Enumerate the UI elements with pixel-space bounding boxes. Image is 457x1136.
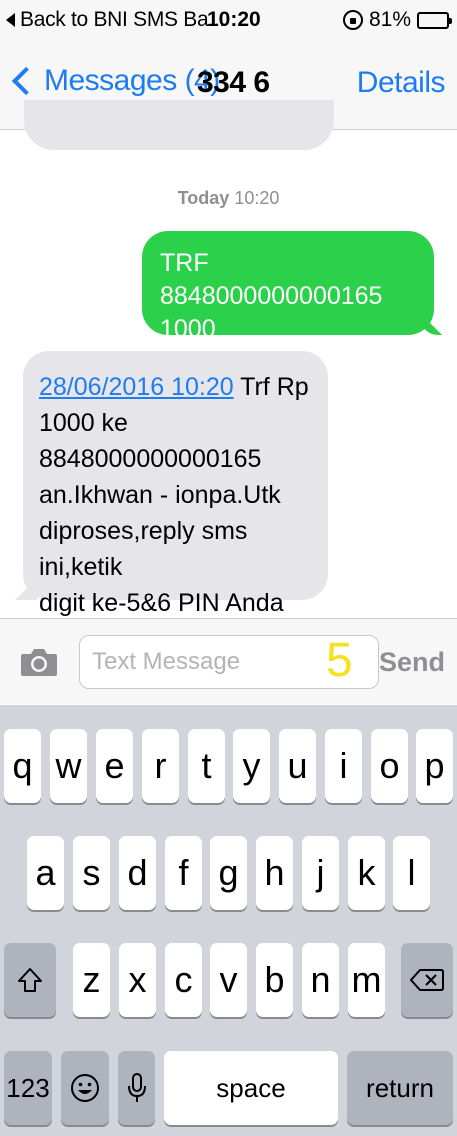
message-line: digit ke-5&6 PIN Anda [39,589,284,617]
key-a[interactable]: a [27,836,64,910]
back-to-app-label: Back to BNI SMS Ba... [20,8,225,31]
dictation-key[interactable] [118,1051,155,1125]
backspace-icon [410,969,444,991]
key-s[interactable]: s [73,836,110,910]
delete-key[interactable] [401,943,453,1017]
key-p[interactable]: p [416,729,453,803]
back-to-app-link[interactable]: Back to BNI SMS Ba... [6,8,225,32]
message-line: TRF 8848000000000165 [160,249,383,310]
status-bar: Back to BNI SMS Ba... 10:20 81% [0,0,457,42]
shift-key[interactable] [4,943,56,1017]
incoming-message-bubble[interactable]: 28/06/2016 10:20 Trf Rp 1000 ke 88480000… [23,351,328,617]
key-c[interactable]: c [165,943,202,1017]
messages-back-button[interactable]: Messages (4) [10,64,220,98]
battery-icon [417,11,452,29]
key-w[interactable]: w [50,729,87,803]
overlay-step-number: 5 [326,634,353,687]
return-key[interactable]: return [347,1051,453,1125]
camera-icon[interactable] [20,647,58,677]
key-u[interactable]: u [279,729,316,803]
battery-percent: 81% [368,8,411,31]
message-line: 8848000000000165 [39,445,262,473]
key-v[interactable]: v [210,943,247,1017]
outgoing-message-bubble[interactable]: TRF 8848000000000165 1000 [142,231,434,343]
details-button[interactable]: Details [357,66,446,100]
key-z[interactable]: z [73,943,110,1017]
send-button[interactable]: Send [379,647,445,678]
date-link[interactable]: 28/06/2016 10:20 [39,373,234,401]
space-key[interactable]: space [164,1051,338,1125]
key-n[interactable]: n [302,943,339,1017]
microphone-icon [127,1073,146,1102]
clock: 10:20 [207,8,261,31]
key-e[interactable]: e [96,729,133,803]
previous-message-bubble [24,100,334,150]
key-b[interactable]: b [256,943,293,1017]
key-h[interactable]: h [256,836,293,910]
timestamp-time: 10:20 [234,188,280,208]
key-r[interactable]: r [142,729,179,803]
key-j[interactable]: j [302,836,339,910]
key-i[interactable]: i [325,729,362,803]
key-o[interactable]: o [371,729,408,803]
key-x[interactable]: x [119,943,156,1017]
key-g[interactable]: g [210,836,247,910]
emoji-icon [71,1074,99,1102]
key-m[interactable]: m [348,943,385,1017]
emoji-key[interactable] [61,1051,109,1125]
conversation-title: 334 6 [197,66,270,99]
key-f[interactable]: f [165,836,202,910]
key-l[interactable]: l [393,836,430,910]
key-d[interactable]: d [119,836,156,910]
message-timestamp: Today 10:20 [0,188,457,209]
rotation-lock-icon [342,10,363,30]
key-y[interactable]: y [233,729,270,803]
message-line: 1000 [160,315,216,343]
keyboard: q w e r t y u i o p a s d f g h j k l z … [0,705,457,1136]
message-line: an.Ikhwan - ionpa.Utk [39,481,281,509]
chevron-left-icon [11,66,41,96]
message-line: diproses,reply sms ini,ketik [39,517,248,581]
key-t[interactable]: t [188,729,225,803]
message-line: 1000 ke [39,409,128,437]
message-text: Trf Rp [233,373,309,401]
shift-icon [18,968,42,992]
key-q[interactable]: q [4,729,41,803]
timestamp-day: Today [177,188,230,208]
key-k[interactable]: k [348,836,385,910]
status-indicators: 81% [342,8,452,32]
back-arrow-icon [6,13,15,27]
message-line: 28/06/2016 10:20 Trf Rp [39,369,312,405]
numbers-key[interactable]: 123 [4,1051,52,1125]
message-input-bar: Send [0,618,457,704]
messages-back-label: Messages (4) [44,64,220,97]
